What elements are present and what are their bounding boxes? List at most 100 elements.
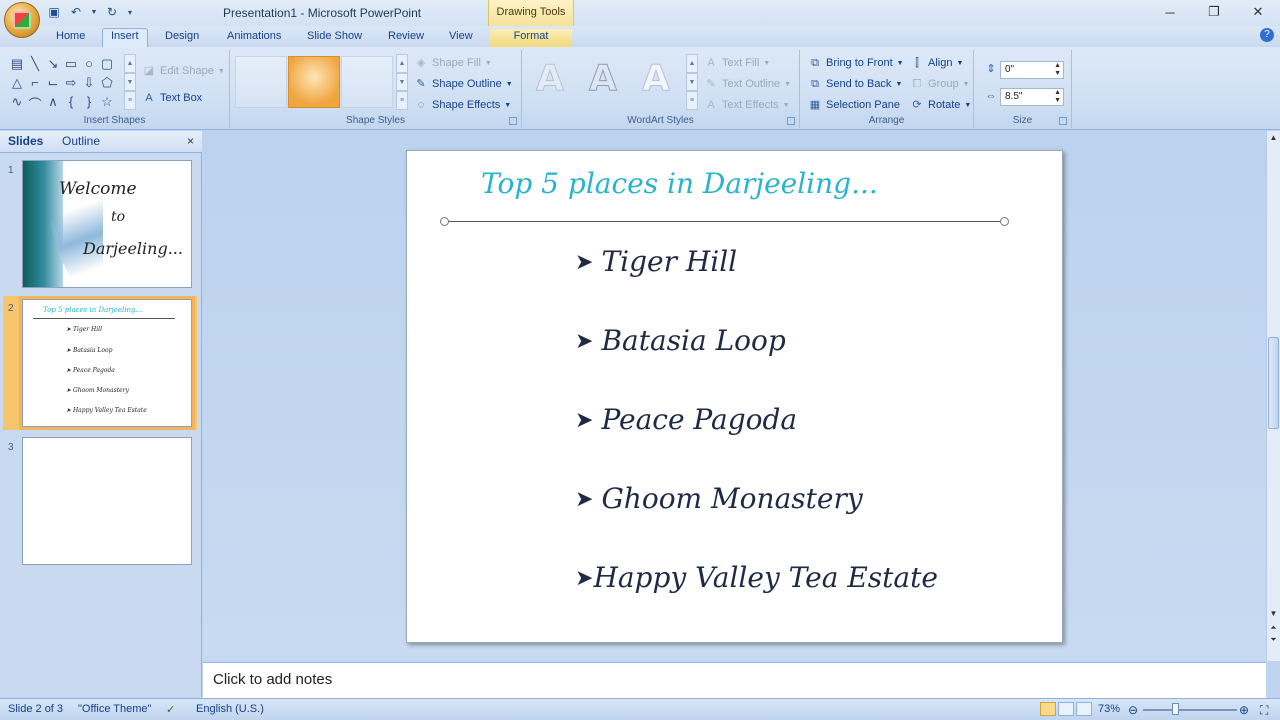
undo-icon[interactable]: ↶ [68,4,84,20]
dialog-launcher-icon[interactable] [1059,117,1067,125]
tab-insert[interactable]: Insert [102,28,148,47]
triangle-shape-icon[interactable]: △ [8,75,26,94]
tab-review[interactable]: Review [380,29,432,47]
more-icon[interactable]: ≡ [396,91,408,111]
vertical-scrollbar[interactable]: ▲ ▼ ⏶ ⏷ [1266,131,1280,661]
scroll-up-icon[interactable]: ▲ [686,54,698,73]
shape-styles-scroll[interactable]: ▲ ▼ ≡ [396,54,408,111]
shapes-gallery-scroll[interactable]: ▲ ▼ ≡ [124,54,136,111]
zoom-level[interactable]: 73% [1098,703,1120,715]
zoom-out-icon[interactable]: ⊖ [1128,703,1138,717]
slide-thumbnail-1[interactable]: Welcome to Darjeeling... [22,160,192,288]
send-to-back-button[interactable]: ⧉ Send to Back ▼ [808,77,902,91]
spelling-check-icon[interactable]: ✓ [166,703,175,716]
tab-format[interactable]: Format [490,29,572,47]
wordart-style-3-icon[interactable]: A [642,58,671,100]
elbow-arrow-icon[interactable]: ⌙ [44,75,62,94]
zoom-slider-knob[interactable] [1172,703,1179,715]
bullet-item[interactable]: ➤ Peace Pagoda [575,403,797,436]
shape-effects-button[interactable]: ◌ Shape Effects ▼ [414,98,512,112]
more-icon[interactable]: ≡ [686,91,698,111]
slide-sorter-view-icon[interactable] [1058,702,1074,716]
scroll-down-icon[interactable]: ▼ [396,72,408,92]
undo-dropdown-icon[interactable]: ▼ [90,4,98,20]
scrollbar-thumb[interactable] [1268,337,1279,429]
office-button[interactable] [4,2,40,38]
left-brace-icon[interactable]: { [62,94,80,113]
close-panel-icon[interactable]: × [187,134,194,148]
dialog-launcher-icon[interactable] [509,117,517,125]
curve-shape-icon[interactable]: ⌒ [26,94,44,113]
rotate-button[interactable]: ⟳ Rotate ▼ [910,98,971,112]
notes-pane[interactable]: Click to add notes [203,662,1266,698]
rounded-rect-shape-icon[interactable]: ▢ [98,56,116,75]
tab-home[interactable]: Home [48,29,93,47]
text-box-button[interactable]: A Text Box [142,91,202,105]
text-effects-button[interactable]: A Text Effects ▼ [704,98,789,112]
bullet-item[interactable]: ➤ Tiger Hill [575,245,737,278]
tab-design[interactable]: Design [157,29,207,47]
fit-to-window-icon[interactable]: ⛶ [1260,703,1268,718]
shapes-gallery[interactable]: ▤ ╲ ↘ ▭ ○ ▢ △ ⌐ ⌙ ⇨ ⇩ ⬠ ∿ ⌒ ∧{} ☆ [8,56,116,113]
bullet-item[interactable]: ➤ Batasia Loop [575,324,786,357]
close-icon[interactable]: ✕ [1236,0,1280,24]
slide-thumbnail-3[interactable] [22,437,192,565]
zoom-in-icon[interactable]: ⊕ [1239,703,1249,717]
redo-icon[interactable]: ↻ [104,4,120,20]
text-outline-button[interactable]: ✎ Text Outline ▼ [704,77,791,91]
tab-animations[interactable]: Animations [219,29,289,47]
save-icon[interactable]: ▣ [46,4,62,20]
restore-icon[interactable]: ❐ [1192,0,1236,24]
oval-shape-icon[interactable]: ○ [80,56,98,75]
spinner-arrows-icon[interactable]: ▲ ▼ [1054,89,1061,105]
line-end-handle[interactable] [1000,217,1009,226]
slide-show-view-icon[interactable] [1076,702,1092,716]
line-start-handle[interactable] [440,217,449,226]
elbow-connector-icon[interactable]: ⌐ [26,75,44,94]
bullet-item[interactable]: ➤ Ghoom Monastery [575,482,863,515]
scroll-up-icon[interactable]: ▲ [124,54,136,73]
scroll-down-icon[interactable]: ▼ [124,72,136,92]
scroll-up-icon[interactable]: ▲ [396,54,408,73]
wordart-style-1-icon[interactable]: A [536,58,565,100]
minimize-icon[interactable]: ─ [1148,0,1192,24]
theme-name[interactable]: "Office Theme" [78,703,151,715]
shape-style-blank[interactable] [235,56,287,108]
bring-to-front-button[interactable]: ⧉ Bring to Front ▼ [808,56,904,70]
rectangle-shape-icon[interactable]: ▭ [62,56,80,75]
freeform-shape-icon[interactable]: ∿ [8,94,26,113]
line-shape-icon[interactable]: ╲ [26,56,44,75]
star-shape-icon[interactable]: ☆ [98,94,116,113]
help-icon[interactable]: ? [1260,28,1274,42]
right-arrow-shape-icon[interactable]: ⇨ [62,75,80,94]
tab-slide-show[interactable]: Slide Show [299,29,370,47]
selected-line-shape[interactable] [445,221,1005,222]
align-button[interactable]: ⫿ Align ▼ [910,56,963,70]
slide-canvas[interactable]: Top 5 places in Darjeeling... ➤ Tiger Hi… [406,150,1063,643]
normal-view-icon[interactable] [1040,702,1056,716]
selection-pane-button[interactable]: ▦ Selection Pane [808,98,900,112]
shape-outline-button[interactable]: ✎ Shape Outline ▼ [414,77,512,91]
slide-thumbnail-2[interactable]: Top 5 places in Darjeeling... ➤ Tiger Hi… [19,296,195,430]
down-arrow-shape-icon[interactable]: ⇩ [80,75,98,94]
customize-qat-icon[interactable]: ▾ [126,4,134,20]
bullet-item[interactable]: ➤ Happy Valley Tea Estate [575,561,938,594]
shape-style-orange[interactable] [288,56,340,108]
dialog-launcher-icon[interactable] [787,117,795,125]
language-indicator[interactable]: English (U.S.) [196,703,264,715]
edit-shape-button[interactable]: ◪ Edit Shape ▼ [142,64,225,78]
previous-slide-icon[interactable]: ⏶ [1268,623,1279,635]
next-slide-icon[interactable]: ⏷ [1268,635,1279,647]
textbox-shape-icon[interactable]: ▤ [8,56,26,75]
arrow-line-shape-icon[interactable]: ↘ [44,56,62,75]
group-button[interactable]: ⧠ Group ▼ [910,77,970,91]
slide-title[interactable]: Top 5 places in Darjeeling... [481,167,878,200]
scroll-down-icon[interactable]: ▼ [1268,609,1279,621]
text-fill-button[interactable]: A Text Fill ▼ [704,56,770,70]
scroll-up-icon[interactable]: ▲ [1268,133,1279,145]
shape-width-input[interactable]: 8.5" ▲ ▼ [1000,88,1064,106]
scroll-down-icon[interactable]: ▼ [686,72,698,92]
wordart-style-2-icon[interactable]: A [589,58,618,100]
pentagon-shape-icon[interactable]: ⬠ [98,75,116,94]
shape-style-light[interactable] [341,56,393,108]
